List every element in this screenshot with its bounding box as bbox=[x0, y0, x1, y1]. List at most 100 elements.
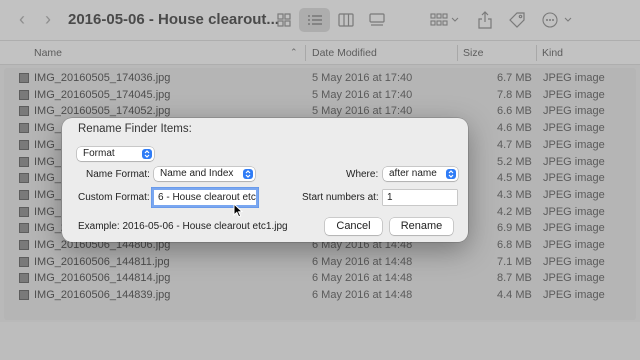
share-icon[interactable] bbox=[475, 9, 495, 31]
group-icon[interactable] bbox=[428, 9, 462, 31]
image-thumbnail-icon bbox=[19, 189, 29, 200]
file-kind: JPEG image bbox=[543, 272, 605, 285]
mode-popup-label: Format bbox=[83, 148, 115, 159]
cancel-button[interactable]: Cancel bbox=[325, 218, 382, 235]
toolbar: ‹ › 2016-05-06 - House clearout... bbox=[0, 0, 640, 40]
image-thumbnail-icon bbox=[19, 139, 29, 150]
window-bottom-area bbox=[0, 322, 640, 360]
list-view-icon[interactable] bbox=[299, 8, 330, 32]
column-header: Name ⌃ Date Modified Size Kind bbox=[0, 40, 640, 65]
custom-format-label: Custom Format: bbox=[78, 192, 150, 203]
file-row[interactable]: IMG_20160506_144811.jpg 6 May 2016 at 14:… bbox=[4, 254, 636, 271]
more-icon[interactable] bbox=[540, 9, 576, 31]
column-divider[interactable] bbox=[536, 45, 537, 61]
file-kind: JPEG image bbox=[543, 138, 605, 151]
file-size: 4.2 MB bbox=[497, 205, 532, 218]
where-value: after name bbox=[389, 168, 437, 179]
file-kind: JPEG image bbox=[543, 122, 605, 135]
popup-chevron-icon bbox=[446, 169, 456, 179]
file-size: 6.6 MB bbox=[497, 105, 532, 118]
mode-popup[interactable]: Format bbox=[77, 147, 154, 161]
rename-button[interactable]: Rename bbox=[390, 218, 453, 235]
image-thumbnail-icon bbox=[19, 73, 29, 83]
name-format-value: Name and Index bbox=[160, 168, 234, 179]
image-thumbnail-icon bbox=[19, 256, 29, 267]
file-row[interactable]: IMG_20160505_174045.jpg 5 May 2016 at 17:… bbox=[4, 87, 636, 104]
file-name: IMG_ bbox=[34, 155, 61, 168]
file-kind: JPEG image bbox=[543, 188, 605, 201]
file-size: 4.7 MB bbox=[497, 138, 532, 151]
gallery-view-icon[interactable] bbox=[361, 8, 392, 32]
file-kind: JPEG image bbox=[543, 155, 605, 168]
file-kind: JPEG image bbox=[543, 222, 605, 235]
file-size: 5.2 MB bbox=[497, 155, 532, 168]
column-divider[interactable] bbox=[457, 45, 458, 61]
column-view-icon[interactable] bbox=[330, 8, 361, 32]
forward-icon[interactable]: › bbox=[38, 9, 58, 29]
image-thumbnail-icon bbox=[19, 206, 29, 217]
file-name: IMG_20160505_174045.jpg bbox=[34, 88, 171, 101]
file-kind: JPEG image bbox=[543, 239, 605, 251]
back-icon[interactable]: ‹ bbox=[12, 9, 32, 29]
file-name: IMG_20160505_174036.jpg bbox=[34, 72, 171, 84]
column-kind[interactable]: Kind bbox=[542, 47, 563, 59]
file-date-modified: 6 May 2016 at 14:48 bbox=[312, 289, 413, 302]
file-row[interactable]: IMG_20160505_174036.jpg 5 May 2016 at 17:… bbox=[4, 70, 636, 87]
name-format-popup[interactable]: Name and Index bbox=[154, 167, 255, 181]
rename-example: Example: 2016-05-06 - House clearout etc… bbox=[78, 221, 288, 232]
file-date-modified: 5 May 2016 at 17:40 bbox=[312, 105, 413, 118]
image-thumbnail-icon bbox=[19, 106, 29, 117]
file-kind: JPEG image bbox=[543, 105, 605, 118]
file-name: IMG_20160506_144811.jpg bbox=[34, 255, 170, 268]
file-name: IMG_ bbox=[34, 138, 61, 151]
custom-format-value: 6 - House clearout etc bbox=[158, 192, 256, 203]
mouse-pointer-icon bbox=[233, 202, 244, 223]
window-title: 2016-05-06 - House clearout... bbox=[68, 11, 279, 28]
icon-view-icon[interactable] bbox=[268, 8, 299, 32]
file-name: IMG_20160506_144814.jpg bbox=[34, 272, 171, 285]
file-size: 4.5 MB bbox=[497, 172, 532, 185]
start-numbers-value: 1 bbox=[387, 192, 393, 203]
name-format-label: Name Format: bbox=[86, 169, 150, 180]
image-thumbnail-icon bbox=[19, 173, 29, 184]
file-date-modified: 5 May 2016 at 17:40 bbox=[312, 88, 413, 101]
column-name[interactable]: Name bbox=[34, 47, 62, 59]
file-name: IMG_ bbox=[34, 122, 61, 135]
file-name: IMG_ bbox=[34, 188, 61, 201]
image-thumbnail-icon bbox=[19, 240, 29, 250]
file-kind: JPEG image bbox=[543, 72, 605, 84]
rename-dialog: Rename Finder Items: Format Name Format:… bbox=[62, 118, 468, 242]
file-date-modified: 5 May 2016 at 17:40 bbox=[312, 72, 413, 84]
column-size[interactable]: Size bbox=[463, 47, 483, 59]
column-divider[interactable] bbox=[305, 45, 306, 61]
image-thumbnail-icon bbox=[19, 123, 29, 134]
file-size: 7.1 MB bbox=[497, 255, 532, 268]
image-thumbnail-icon bbox=[19, 89, 29, 100]
file-row[interactable]: IMG_20160506_144814.jpg 6 May 2016 at 14:… bbox=[4, 270, 636, 287]
column-date-modified[interactable]: Date Modified bbox=[312, 47, 377, 59]
tag-icon[interactable] bbox=[506, 9, 528, 31]
start-numbers-field[interactable]: 1 bbox=[383, 190, 457, 205]
file-size: 4.3 MB bbox=[497, 188, 532, 201]
start-numbers-label: Start numbers at: bbox=[302, 192, 379, 203]
file-kind: JPEG image bbox=[543, 289, 605, 302]
file-size: 6.8 MB bbox=[497, 239, 532, 251]
file-kind: JPEG image bbox=[543, 255, 605, 268]
sort-ascending-icon: ⌃ bbox=[290, 47, 298, 57]
where-popup[interactable]: after name bbox=[383, 167, 458, 181]
file-kind: JPEG image bbox=[543, 205, 605, 218]
view-mode-switcher bbox=[268, 8, 392, 32]
dialog-title: Rename Finder Items: bbox=[78, 123, 192, 135]
file-size: 4.6 MB bbox=[497, 122, 532, 135]
file-size: 6.7 MB bbox=[497, 72, 532, 84]
image-thumbnail-icon bbox=[19, 290, 29, 301]
file-kind: JPEG image bbox=[543, 172, 605, 185]
file-row[interactable]: IMG_20160506_144839.jpg 6 May 2016 at 14:… bbox=[4, 287, 636, 304]
image-thumbnail-icon bbox=[19, 273, 29, 284]
file-name: IMG_20160506_144839.jpg bbox=[34, 289, 171, 302]
popup-chevron-icon bbox=[243, 169, 253, 179]
file-date-modified: 6 May 2016 at 14:48 bbox=[312, 272, 413, 285]
file-size: 8.7 MB bbox=[497, 272, 532, 285]
file-size: 6.9 MB bbox=[497, 222, 532, 235]
file-kind: JPEG image bbox=[543, 88, 605, 101]
